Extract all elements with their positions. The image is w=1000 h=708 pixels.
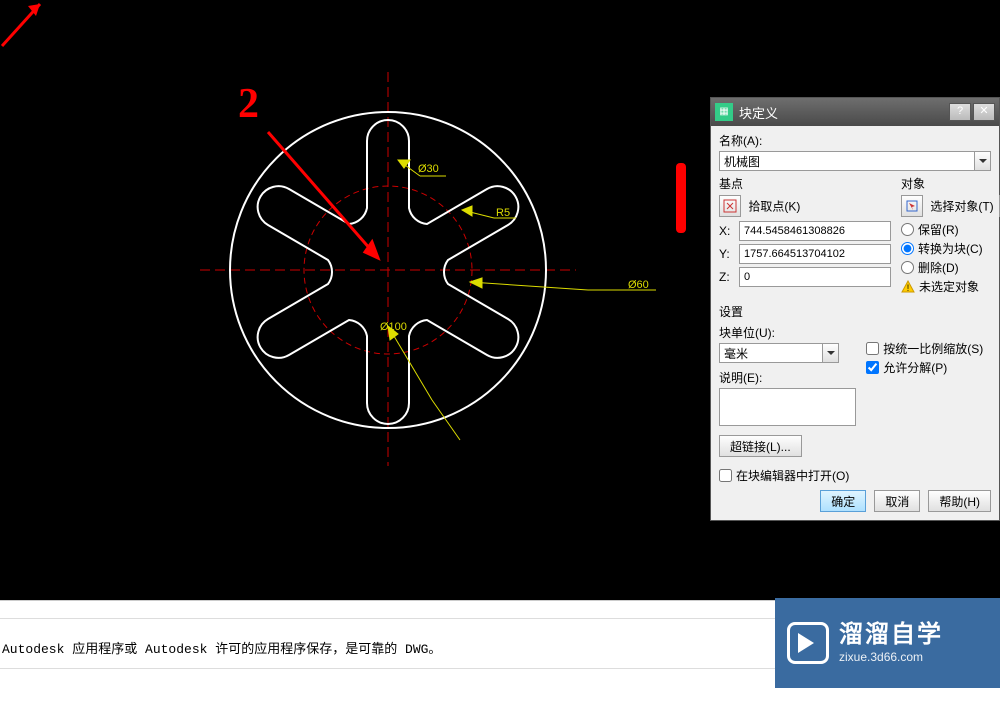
watermark: 溜溜自学 zixue.3d66.com (775, 598, 1000, 688)
dim-phi30: Ø30 (418, 163, 439, 175)
chevron-down-icon[interactable] (822, 344, 838, 362)
warning-icon: ! (901, 280, 915, 294)
dialog-help-button[interactable]: ? (949, 103, 971, 121)
objects-title: 对象 (901, 175, 1000, 192)
convert-radio[interactable] (901, 242, 914, 255)
blockunit-label: 块单位(U): (719, 324, 856, 341)
z-label: Z: (719, 270, 733, 284)
no-selection-label: 未选定对象 (919, 278, 979, 295)
svg-text:!: ! (907, 283, 910, 293)
y-input[interactable] (739, 244, 891, 264)
annotation-marker-2: 2 (238, 80, 259, 128)
dialog-titlebar[interactable]: ▦ 块定义 ? ✕ (711, 98, 999, 126)
delete-label: 删除(D) (918, 259, 959, 276)
open-in-editor-label: 在块编辑器中打开(O) (736, 467, 849, 484)
z-input[interactable] (739, 267, 891, 287)
pick-point-button[interactable] (719, 195, 741, 217)
play-icon (787, 622, 829, 664)
watermark-url: zixue.3d66.com (839, 650, 943, 664)
hyperlink-button[interactable]: 超链接(L)... (719, 435, 802, 457)
allow-explode-checkbox[interactable] (866, 361, 879, 374)
cancel-button[interactable]: 取消 (874, 490, 920, 512)
name-combo[interactable] (719, 151, 991, 171)
annotation-arrow-1 (0, 0, 44, 48)
dim-phi60: Ø60 (628, 279, 649, 291)
block-definition-dialog: ▦ 块定义 ? ✕ 名称(A): 基点 拾取点(K) (710, 97, 1000, 521)
basepoint-title: 基点 (719, 175, 891, 192)
open-in-editor-checkbox[interactable] (719, 469, 732, 482)
y-label: Y: (719, 247, 733, 261)
convert-label: 转换为块(C) (918, 240, 983, 257)
select-objects-label: 选择对象(T) (930, 200, 993, 214)
settings-title: 设置 (719, 303, 991, 320)
description-textarea[interactable] (719, 388, 856, 426)
dim-r5: R5 (496, 207, 510, 219)
x-label: X: (719, 224, 733, 238)
chevron-down-icon[interactable] (974, 152, 990, 170)
retain-label: 保留(R) (918, 221, 959, 238)
blockunit-combo[interactable] (719, 343, 839, 363)
name-label: 名称(A): (719, 132, 991, 149)
dim-phi100: Ø100 (380, 321, 407, 333)
allow-explode-label: 允许分解(P) (883, 359, 947, 376)
status-message: Autodesk 应用程序或 Autodesk 许可的应用程序保存，是可靠的 D… (2, 638, 441, 657)
watermark-title: 溜溜自学 (839, 621, 943, 650)
select-objects-button[interactable] (901, 195, 923, 217)
dialog-close-button[interactable]: ✕ (973, 103, 995, 121)
retain-radio[interactable] (901, 223, 914, 236)
scale-uniform-checkbox[interactable] (866, 342, 879, 355)
help-button[interactable]: 帮助(H) (928, 490, 991, 512)
ok-button[interactable]: 确定 (820, 490, 866, 512)
x-input[interactable] (739, 221, 891, 241)
annotation-marker-1 (676, 163, 686, 233)
pick-point-label: 拾取点(K) (748, 200, 800, 214)
desc-label: 说明(E): (719, 369, 856, 386)
delete-radio[interactable] (901, 261, 914, 274)
scale-uniform-label: 按统一比例缩放(S) (883, 340, 983, 357)
dialog-title: 块定义 (739, 103, 949, 122)
dialog-icon: ▦ (715, 103, 733, 121)
